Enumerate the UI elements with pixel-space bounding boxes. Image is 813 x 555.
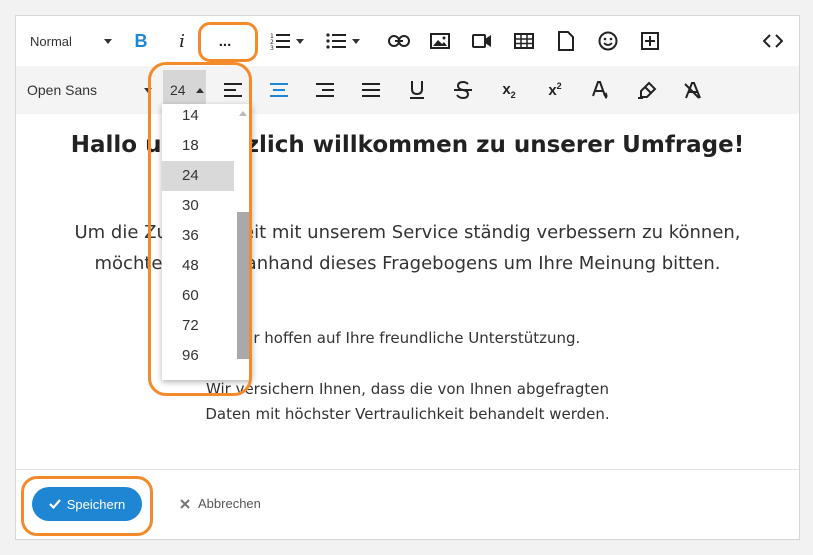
insert-video-button[interactable] xyxy=(469,28,495,54)
more-icon: ... xyxy=(218,32,232,50)
privacy-line-2: Daten mit höchster Vertraulichkeit behan… xyxy=(205,405,610,423)
highlight-button[interactable] xyxy=(634,76,660,104)
insert-special-button[interactable] xyxy=(637,28,663,54)
insert-table-button[interactable] xyxy=(511,28,537,54)
strikethrough-icon xyxy=(454,81,472,99)
font-size-option[interactable]: 96 xyxy=(162,341,234,371)
highlighter-icon xyxy=(638,81,657,99)
font-size-option[interactable]: 48 xyxy=(162,251,234,281)
text-color-button[interactable] xyxy=(588,76,614,104)
font-family-select[interactable]: Open Sans xyxy=(22,76,158,104)
underline-button[interactable] xyxy=(404,76,430,104)
font-size-option[interactable]: 14 xyxy=(162,104,234,131)
more-options-button[interactable]: ... xyxy=(205,26,245,56)
align-justify-icon xyxy=(362,83,380,97)
paragraph-style-value: Normal xyxy=(30,33,72,49)
bullet-list-button[interactable] xyxy=(320,28,366,54)
font-size-option[interactable]: 60 xyxy=(162,281,234,311)
smiley-icon xyxy=(598,31,618,51)
insert-image-button[interactable] xyxy=(427,28,453,54)
table-icon xyxy=(514,33,534,49)
ordered-list-icon: 1 2 3 xyxy=(270,33,290,50)
bullet-list-icon xyxy=(326,33,346,49)
strikethrough-button[interactable] xyxy=(450,76,476,104)
paragraph-style-select[interactable]: Normal xyxy=(24,28,124,54)
toolbar-format: Open Sans 24 x2 x2 xyxy=(16,66,799,114)
toolbar-main: Normal B i ... 1 2 3 xyxy=(16,16,799,66)
align-justify-button[interactable] xyxy=(358,78,384,102)
italic-button[interactable]: i xyxy=(169,26,195,56)
cancel-button[interactable]: Abbrechen xyxy=(180,496,261,511)
font-size-option[interactable]: 36 xyxy=(162,221,234,251)
align-center-icon xyxy=(270,83,288,97)
plus-square-icon xyxy=(641,32,659,50)
chevron-up-icon xyxy=(195,87,204,93)
insert-emoji-button[interactable] xyxy=(595,28,621,54)
align-right-icon xyxy=(316,83,334,97)
subscript-icon: x2 xyxy=(502,80,516,100)
svg-text:3: 3 xyxy=(270,45,274,50)
video-icon xyxy=(472,34,491,48)
clear-format-icon xyxy=(684,82,701,99)
code-view-button[interactable] xyxy=(758,28,788,54)
bold-icon: B xyxy=(134,30,148,51)
save-label: Speichern xyxy=(66,496,126,512)
save-button[interactable]: Speichern xyxy=(32,487,142,521)
scroll-up-icon[interactable] xyxy=(239,111,247,116)
align-left-icon xyxy=(224,83,242,97)
clear-formatting-button[interactable] xyxy=(680,76,706,104)
font-family-value: Open Sans xyxy=(27,82,98,98)
ordered-list-button[interactable]: 1 2 3 xyxy=(264,28,310,54)
font-size-option[interactable]: 72 xyxy=(162,311,234,341)
chevron-down-icon xyxy=(296,38,304,44)
superscript-icon: x2 xyxy=(548,81,562,99)
privacy-line-1: Wir versichern Ihnen, dass die von Ihnen… xyxy=(205,380,610,398)
font-size-dropdown: 14 18 24 30 36 48 60 72 96 xyxy=(162,104,252,380)
link-icon xyxy=(388,35,410,47)
welcome-heading: Hallo und herzlich willkommen zu unserer… xyxy=(70,132,745,158)
editor-content[interactable]: Hallo und herzlich willkommen zu unserer… xyxy=(16,114,799,469)
cancel-label: Abbrechen xyxy=(198,496,261,511)
align-right-button[interactable] xyxy=(312,78,338,102)
underline-icon xyxy=(410,81,424,99)
font-size-option[interactable]: 30 xyxy=(162,191,234,221)
intro-line-2: möchten wir Sie anhand dieses Fragebogen… xyxy=(94,253,721,274)
font-size-option-selected[interactable]: 24 xyxy=(162,161,234,191)
close-icon xyxy=(180,498,190,509)
italic-icon: i xyxy=(179,30,185,52)
superscript-button[interactable]: x2 xyxy=(542,76,568,104)
support-line: Wir hoffen auf Ihre freundliche Unterstü… xyxy=(234,329,581,347)
align-center-button[interactable] xyxy=(266,78,292,102)
bold-button[interactable]: B xyxy=(128,26,154,56)
checkmark-icon xyxy=(48,499,61,509)
insert-link-button[interactable] xyxy=(386,28,412,54)
chevron-down-icon xyxy=(104,38,112,44)
rich-text-editor: Normal B i ... 1 2 3 Open Sans 24 x2 x2 … xyxy=(15,15,800,540)
insert-file-button[interactable] xyxy=(553,28,579,54)
code-icon xyxy=(763,34,783,48)
chevron-down-icon xyxy=(144,87,152,93)
align-left-button[interactable] xyxy=(220,78,246,102)
font-size-value: 24 xyxy=(170,82,186,98)
font-size-option[interactable]: 18 xyxy=(162,131,234,161)
chevron-down-icon xyxy=(352,38,360,44)
subscript-button[interactable]: x2 xyxy=(496,76,522,104)
dropdown-scroll-thumb[interactable] xyxy=(237,212,252,359)
text-color-icon xyxy=(592,81,608,99)
editor-footer: Speichern Abbrechen xyxy=(16,469,799,539)
file-icon xyxy=(558,31,574,51)
image-icon xyxy=(430,33,450,49)
intro-line-1: Um die Zufriedenheit mit unserem Service… xyxy=(74,222,741,243)
